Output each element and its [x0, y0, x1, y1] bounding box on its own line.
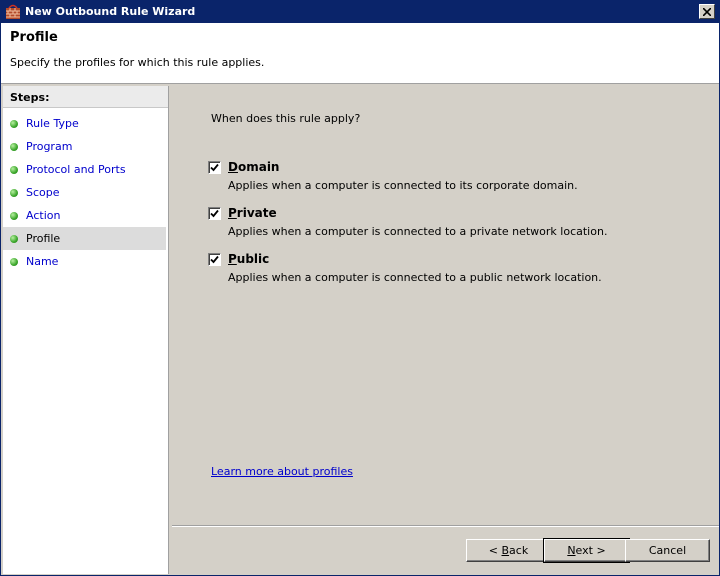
public-label[interactable]: Public	[228, 252, 269, 266]
firewall-icon	[5, 4, 21, 20]
checkmark-icon	[210, 255, 219, 264]
public-description: Applies when a computer is connected to …	[228, 271, 602, 284]
step-label: Scope	[26, 186, 60, 199]
step-label: Program	[26, 140, 73, 153]
private-description: Applies when a computer is connected to …	[228, 225, 608, 238]
checkmark-icon	[210, 209, 219, 218]
domain-description: Applies when a computer is connected to …	[228, 179, 578, 192]
step-label: Protocol and Ports	[26, 163, 126, 176]
step-label: Name	[26, 255, 59, 268]
checkmark-icon	[210, 163, 219, 172]
learn-more-link[interactable]: Learn more about profiles	[211, 465, 353, 478]
cancel-button[interactable]: Cancel	[625, 539, 710, 562]
step-program[interactable]: Program	[3, 135, 168, 158]
green-dot-icon	[10, 235, 18, 243]
green-dot-icon	[10, 120, 18, 128]
private-checkbox[interactable]	[208, 207, 221, 220]
step-name[interactable]: Name	[3, 250, 168, 273]
green-dot-icon	[10, 258, 18, 266]
content-pane: When does this rule apply? Domain Applie…	[172, 86, 719, 526]
back-label-rest: ack	[509, 544, 529, 557]
private-label[interactable]: Private	[228, 206, 277, 220]
steps-header: Steps:	[3, 86, 168, 108]
window-title: New Outbound Rule Wizard	[25, 5, 196, 18]
step-protocol-and-ports[interactable]: Protocol and Ports	[3, 158, 168, 181]
green-dot-icon	[10, 166, 18, 174]
step-profile[interactable]: Profile	[3, 227, 166, 250]
close-button[interactable]	[699, 4, 715, 19]
next-button[interactable]: Next >	[543, 538, 630, 563]
domain-checkbox[interactable]	[208, 161, 221, 174]
green-dot-icon	[10, 143, 18, 151]
wizard-header: Profile Specify the profiles for which t…	[1, 23, 719, 84]
steps-list: Rule Type Program Protocol and Ports Sco…	[3, 108, 168, 273]
next-accesskey: N	[567, 544, 576, 557]
step-label: Rule Type	[26, 117, 79, 130]
step-label: Profile	[26, 232, 61, 245]
step-action[interactable]: Action	[3, 204, 168, 227]
page-title: Profile	[10, 30, 58, 45]
next-label-rest: ext >	[575, 544, 606, 557]
title-bar[interactable]: New Outbound Rule Wizard	[1, 1, 719, 23]
green-dot-icon	[10, 189, 18, 197]
step-label: Action	[26, 209, 61, 222]
back-button[interactable]: < Back	[466, 539, 551, 562]
green-dot-icon	[10, 212, 18, 220]
step-scope[interactable]: Scope	[3, 181, 168, 204]
button-bar: < Back Next > Cancel	[172, 526, 719, 575]
question-text: When does this rule apply?	[211, 112, 361, 125]
public-checkbox[interactable]	[208, 253, 221, 266]
page-subtitle: Specify the profiles for which this rule…	[10, 56, 265, 69]
back-accesskey: B	[501, 544, 510, 557]
steps-pane: Steps: Rule Type Program Protocol and Po…	[3, 86, 169, 574]
domain-label[interactable]: Domain	[228, 160, 279, 174]
wizard-window: New Outbound Rule Wizard Profile Specify…	[0, 0, 720, 576]
step-rule-type[interactable]: Rule Type	[3, 112, 168, 135]
back-prefix: <	[488, 544, 502, 557]
close-icon	[703, 7, 711, 16]
